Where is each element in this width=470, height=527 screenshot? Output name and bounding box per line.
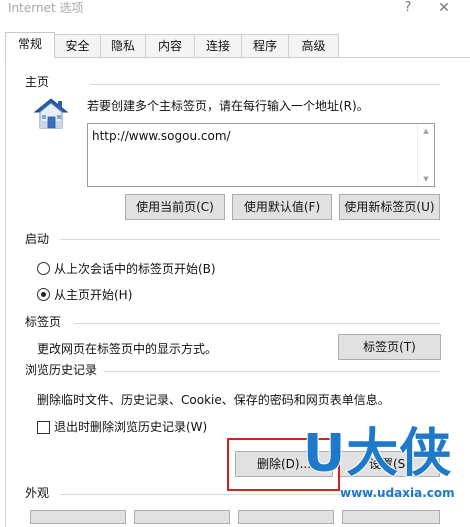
tabs-group-divider (74, 323, 440, 324)
appearance-button-3[interactable] (238, 510, 334, 524)
tab-content[interactable]: 内容 (145, 34, 195, 57)
appearance-button-4[interactable] (342, 510, 440, 524)
use-default-button[interactable]: 使用默认值(F) (232, 194, 332, 220)
watermark-logo: U大侠 (302, 423, 453, 485)
use-current-button[interactable]: 使用当前页(C) (125, 194, 225, 220)
home-icon (33, 98, 69, 129)
radio-last-session-label[interactable]: 从上次会话中的标签页开始(B) (54, 261, 216, 277)
scroll-up-icon[interactable]: ▲ (422, 127, 430, 135)
appearance-group-heading: 外观 (25, 485, 50, 501)
tab-connections[interactable]: 连接 (194, 34, 242, 57)
url-scrollbar[interactable]: ▲ ▼ (417, 124, 434, 186)
home-url-textarea[interactable]: http://www.sogou.com/ ▲ ▼ (87, 123, 435, 187)
tab-privacy[interactable]: 隐私 (100, 34, 146, 57)
startup-group-divider (60, 239, 440, 240)
startup-group-heading: 启动 (25, 231, 50, 247)
use-new-tab-button[interactable]: 使用新标签页(U) (339, 194, 440, 220)
appearance-button-1[interactable] (30, 510, 126, 524)
tab-general[interactable]: 常规 (5, 32, 55, 58)
scroll-down-icon[interactable]: ▼ (422, 175, 430, 183)
help-button[interactable]: ? (401, 0, 415, 16)
window-title: Internet 选项 (8, 1, 84, 15)
tab-bar: 常规 安全 隐私 内容 连接 程序 高级 (0, 32, 470, 58)
history-group-divider (104, 371, 440, 372)
radio-home-label[interactable]: 从主页开始(H) (54, 287, 132, 303)
tabs-group-description: 更改网页在标签页中的显示方式。 (37, 342, 218, 356)
radio-last-session[interactable] (37, 262, 50, 275)
radio-selected-dot (41, 292, 46, 297)
home-group-divider (90, 84, 440, 85)
radio-home[interactable] (37, 288, 50, 301)
delete-on-exit-checkbox[interactable] (37, 421, 50, 434)
delete-on-exit-label[interactable]: 退出时删除浏览历史记录(W) (54, 419, 207, 435)
history-description: 删除临时文件、历史记录、Cookie、保存的密码和网页表单信息。 (37, 393, 390, 407)
tab-programs[interactable]: 程序 (241, 34, 289, 57)
tab-security[interactable]: 安全 (54, 34, 101, 57)
appearance-button-2[interactable] (134, 510, 230, 524)
tab-advanced[interactable]: 高级 (288, 34, 339, 57)
close-button[interactable]: ✕ (435, 0, 453, 16)
home-group-heading: 主页 (25, 74, 50, 90)
home-description: 若要创建多个主标签页，请在每行输入一个地址(R)。 (87, 99, 369, 113)
tabs-settings-button[interactable]: 标签页(T) (338, 334, 441, 360)
home-url-value: http://www.sogou.com/ (92, 129, 231, 143)
tabs-group-heading: 标签页 (25, 314, 62, 330)
history-group-heading: 浏览历史记录 (25, 362, 98, 378)
watermark-url: www.udaxia.com (340, 486, 455, 500)
